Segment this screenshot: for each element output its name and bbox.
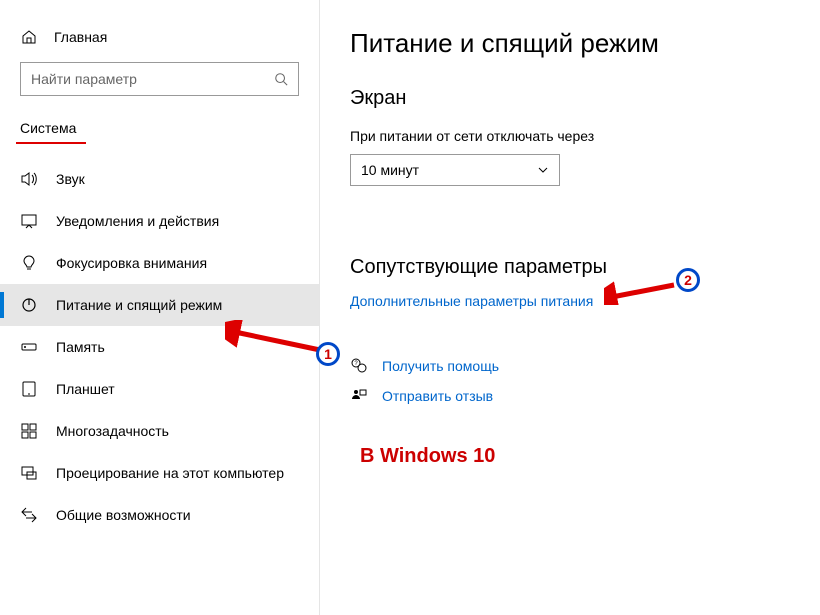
- nav-item-sound[interactable]: Звук: [0, 158, 319, 200]
- feedback-icon: [350, 387, 368, 405]
- related-title: Сопутствующие параметры: [350, 256, 790, 279]
- screen-section-title: Экран: [350, 87, 790, 110]
- home-link[interactable]: Главная: [0, 20, 319, 62]
- nav-label: Общие возможности: [56, 507, 191, 523]
- annotation-arrow-1: [225, 320, 325, 360]
- nav-label: Фокусировка внимания: [56, 255, 207, 271]
- nav-item-notifications[interactable]: Уведомления и действия: [0, 200, 319, 242]
- notifications-icon: [20, 212, 38, 230]
- sidebar: Главная Система Звук Уведомления и дейст…: [0, 0, 320, 615]
- tablet-icon: [20, 380, 38, 398]
- get-help-icon: ?: [350, 357, 368, 375]
- annotation-arrow-2: [604, 275, 684, 305]
- annotation-badge-2: 2: [676, 268, 700, 292]
- nav-item-projecting[interactable]: Проецирование на этот компьютер: [0, 452, 319, 494]
- focus-icon: [20, 254, 38, 272]
- multitask-icon: [20, 422, 38, 440]
- dropdown-value: 10 минут: [361, 162, 419, 178]
- nav-label: Проецирование на этот компьютер: [56, 465, 284, 481]
- annotation-underline: [16, 142, 86, 144]
- nav-label: Уведомления и действия: [56, 213, 219, 229]
- screen-off-dropdown[interactable]: 10 минут: [350, 154, 560, 186]
- main-content: Питание и спящий режим Экран При питании…: [320, 0, 820, 615]
- nav-label: Звук: [56, 171, 85, 187]
- page-title: Питание и спящий режим: [350, 28, 790, 59]
- nav-item-tablet[interactable]: Планшет: [0, 368, 319, 410]
- additional-power-link[interactable]: Дополнительные параметры питания: [350, 293, 790, 309]
- nav-label: Память: [56, 339, 105, 355]
- search-field[interactable]: [31, 71, 274, 87]
- home-icon: [20, 28, 38, 46]
- projecting-icon: [20, 464, 38, 482]
- nav-label: Планшет: [56, 381, 115, 397]
- get-help-link[interactable]: ? Получить помощь: [350, 357, 790, 375]
- power-icon: [20, 296, 38, 314]
- get-help-label: Получить помощь: [382, 358, 499, 374]
- feedback-label: Отправить отзыв: [382, 388, 493, 404]
- screen-off-label: При питании от сети отключать через: [350, 128, 790, 144]
- search-icon: [274, 72, 288, 86]
- section-label: Система: [0, 116, 96, 144]
- shared-icon: [20, 506, 38, 524]
- storage-icon: [20, 338, 38, 356]
- annotation-badge-1: 1: [316, 342, 340, 366]
- sound-icon: [20, 170, 38, 188]
- nav-label: Многозадачность: [56, 423, 169, 439]
- feedback-link[interactable]: Отправить отзыв: [350, 387, 790, 405]
- home-label: Главная: [54, 29, 107, 45]
- search-input[interactable]: [20, 62, 299, 96]
- nav-label: Питание и спящий режим: [56, 297, 222, 313]
- chevron-down-icon: [537, 164, 549, 176]
- nav-item-multitask[interactable]: Многозадачность: [0, 410, 319, 452]
- nav-item-shared[interactable]: Общие возможности: [0, 494, 319, 536]
- annotation-caption: В Windows 10: [360, 445, 495, 468]
- nav-item-focus[interactable]: Фокусировка внимания: [0, 242, 319, 284]
